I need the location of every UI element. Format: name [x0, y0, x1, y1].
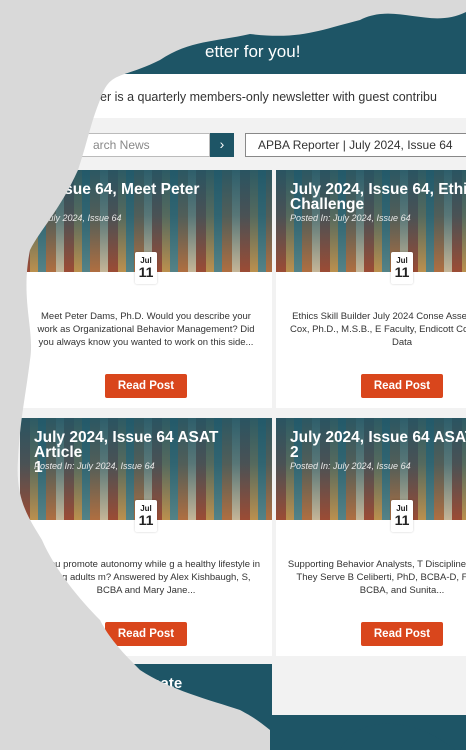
- footer-bar: [0, 715, 466, 750]
- issue-filter-select[interactable]: APBA Reporter | July 2024, Issue 64: [245, 133, 466, 157]
- post-card: July 2024, Issue 64 ASAT A 2 Posted In: …: [276, 418, 466, 656]
- top-navbar: [0, 0, 466, 30]
- read-post-button[interactable]: Read Post: [361, 622, 443, 646]
- post-category: n: July 2024, Issue 64: [34, 213, 122, 223]
- search-button[interactable]: ›: [210, 133, 234, 157]
- post-title[interactable]: July 2024, Issue 64 ASAT A 2: [290, 430, 466, 461]
- post-excerpt: Supporting Behavior Analysts, T Discipli…: [287, 559, 466, 596]
- post-category: Posted In: July 2024, Issue 64: [290, 461, 411, 471]
- page: etter for you! er is a quarterly members…: [0, 0, 466, 750]
- newsletter-intro: er is a quarterly members-only newslette…: [0, 74, 466, 118]
- date-day: 11: [138, 512, 154, 528]
- search-news-input[interactable]: arch News: [60, 133, 210, 157]
- date-badge: Jul 11: [391, 252, 413, 284]
- read-post-button[interactable]: Read Post: [105, 622, 187, 646]
- read-post-button[interactable]: Read Post: [105, 374, 187, 398]
- post-card: July 2024, Issue 64, Ethics Challenge Po…: [276, 170, 466, 408]
- read-post-button[interactable]: Read Post: [361, 374, 443, 398]
- post-category: Posted In: July 2024, Issue 64: [34, 461, 155, 471]
- chevron-right-icon: ›: [219, 136, 225, 152]
- post-title[interactable]: July 2024, Issue 64, Ethics Challenge: [290, 182, 466, 213]
- post-category: Posted In: July 2024, Issue 64: [290, 213, 411, 223]
- filter-controls: arch News › APBA Reporter | July 2024, I…: [0, 128, 466, 164]
- post-card: 4, Issue 64, Meet Peter n: July 2024, Is…: [20, 170, 272, 408]
- post-title[interactable]: Climate is: [128, 676, 182, 708]
- newsletter-banner: etter for you!: [0, 30, 466, 74]
- post-card-header-image[interactable]: July 2024, Issue 64 ASAT A 2 Posted In: …: [276, 418, 466, 520]
- date-badge: Jul 11: [135, 500, 157, 532]
- post-card-header-image[interactable]: July 2024, Issue 64, Ethics Challenge Po…: [276, 170, 466, 272]
- post-excerpt: Meet Peter Dams, Ph.D. Would you describ…: [37, 311, 255, 348]
- post-title[interactable]: 4, Issue 64, Meet Peter: [34, 182, 266, 198]
- date-day: 11: [394, 264, 410, 280]
- date-day: 11: [394, 512, 410, 528]
- post-excerpt: do you promote autonomy while g a health…: [31, 559, 261, 596]
- date-day: 11: [138, 264, 154, 280]
- post-excerpt: Ethics Skill Builder July 2024 Conse Ass…: [289, 311, 466, 348]
- date-badge: Jul 11: [391, 500, 413, 532]
- post-card: July 2024, Issue 64 ASAT Article 1 Poste…: [20, 418, 272, 656]
- date-badge: Jul 11: [135, 252, 157, 284]
